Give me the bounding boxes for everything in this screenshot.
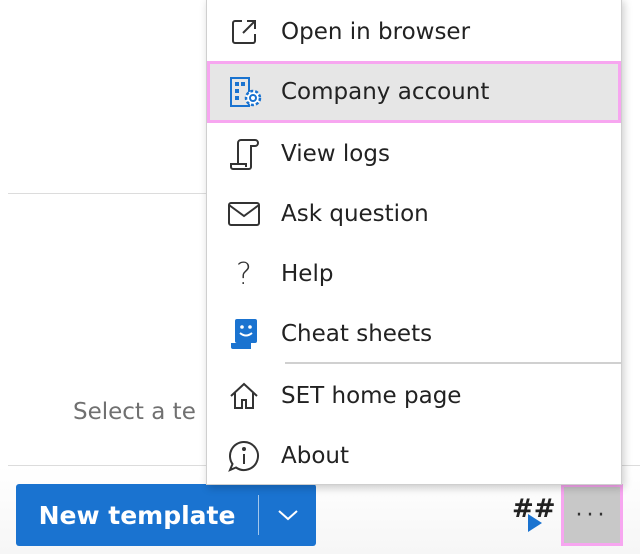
scroll-icon: [207, 138, 281, 170]
divider: [8, 193, 208, 194]
menu-item-label: Company account: [281, 79, 490, 105]
open-external-icon: [207, 17, 281, 47]
more-icon: ···: [575, 502, 609, 528]
menu-item-ask-question[interactable]: Ask question: [207, 184, 621, 244]
question-icon: ?: [236, 256, 252, 292]
run-snippet-button[interactable]: ##: [512, 494, 556, 532]
placeholder-text: Select a te: [73, 399, 196, 425]
new-template-button[interactable]: New template: [16, 484, 316, 546]
info-icon: [207, 440, 281, 472]
menu-item-label: Ask question: [281, 201, 429, 227]
company-settings-icon: [210, 76, 281, 108]
menu-item-label: View logs: [281, 141, 390, 167]
context-menu: Open in browser Company account View log…: [206, 0, 622, 485]
menu-item-label: Cheat sheets: [281, 321, 433, 347]
menu-item-label: Open in browser: [281, 19, 471, 45]
menu-item-about[interactable]: About: [207, 426, 621, 486]
mail-icon: [207, 202, 281, 226]
home-icon: [207, 382, 281, 410]
cheat-sheet-icon: [207, 318, 281, 350]
menu-item-view-logs[interactable]: View logs: [207, 124, 621, 184]
menu-separator: [285, 362, 621, 364]
menu-item-set-home-page[interactable]: SET home page: [207, 366, 621, 426]
new-template-label: New template: [38, 500, 236, 530]
more-button[interactable]: ···: [561, 484, 623, 546]
menu-item-label: Help: [281, 261, 334, 287]
menu-item-help[interactable]: ? Help: [207, 244, 621, 304]
menu-item-label: About: [281, 443, 350, 469]
play-icon: [528, 514, 542, 532]
menu-item-cheat-sheets[interactable]: Cheat sheets: [207, 304, 621, 364]
menu-item-label: SET home page: [281, 383, 462, 409]
menu-item-company-account[interactable]: Company account: [207, 61, 621, 123]
chevron-down-icon[interactable]: [259, 508, 316, 522]
menu-item-open-in-browser[interactable]: Open in browser: [207, 2, 621, 62]
